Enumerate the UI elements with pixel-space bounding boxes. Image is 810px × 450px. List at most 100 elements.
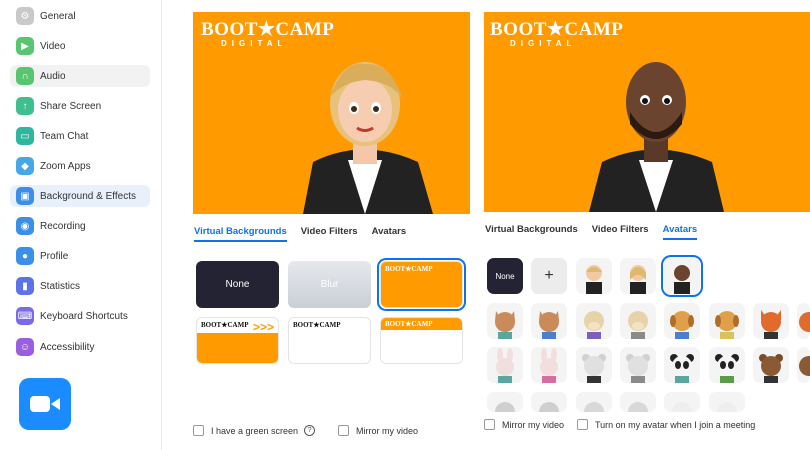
- left-tabs: Virtual Backgrounds Video Filters Avatar…: [194, 226, 420, 242]
- sidebar-item-share-screen[interactable]: ↑ Share Screen: [10, 95, 150, 117]
- avatar-cat[interactable]: [531, 303, 567, 339]
- avatar-option-partial[interactable]: [709, 392, 745, 412]
- dog-icon: [715, 311, 739, 339]
- sidebar-item-background-effects[interactable]: ▣ Background & Effects: [10, 185, 150, 207]
- accessibility-icon: ☺: [16, 338, 34, 356]
- video-preview-right: BOOT★CAMP DIGITAL: [484, 12, 810, 212]
- green-screen-checkbox[interactable]: [193, 425, 204, 436]
- sidebar-item-zoom-apps[interactable]: ◆ Zoom Apps: [10, 155, 150, 177]
- avatar-bear[interactable]: [576, 347, 612, 383]
- sidebar-item-label: Background & Effects: [40, 190, 136, 202]
- avatar-cow[interactable]: [620, 303, 656, 339]
- zoom-camera-icon: [30, 396, 60, 412]
- avatar-on-join-checkbox[interactable]: [577, 419, 588, 430]
- avatar-dog[interactable]: [664, 303, 700, 339]
- sidebar-item-recording[interactable]: ◉ Recording: [10, 215, 150, 237]
- tab-video-filters[interactable]: Video Filters: [301, 226, 358, 242]
- video-preview-left: BOOT★CAMP DIGITAL: [193, 12, 470, 214]
- tab-avatars[interactable]: Avatars: [372, 226, 407, 242]
- sidebar-item-label: General: [40, 10, 76, 22]
- avatar-none[interactable]: None: [487, 258, 523, 294]
- avatar-man-icon: [674, 265, 690, 294]
- tab-virtual-backgrounds[interactable]: Virtual Backgrounds: [194, 226, 287, 242]
- animal-icon: [584, 402, 604, 412]
- background-tile-bootcamp-bar[interactable]: BOOT★CAMP: [380, 317, 463, 364]
- avatar-option-partial[interactable]: [664, 392, 700, 412]
- cat-icon: [495, 311, 515, 339]
- sidebar-item-general[interactable]: ⚙ General: [10, 5, 150, 27]
- avatar-bear[interactable]: [620, 347, 656, 383]
- avatar-rabbit[interactable]: [487, 347, 523, 383]
- avatar-option-selected[interactable]: [661, 255, 703, 297]
- dog-icon: [670, 311, 694, 339]
- share-screen-icon: ↑: [16, 97, 34, 115]
- animal-icon: [672, 402, 692, 412]
- tab-video-filters[interactable]: Video Filters: [592, 224, 649, 240]
- mirror-option-right: Mirror my video: [484, 419, 564, 430]
- panda-icon: [715, 354, 739, 383]
- mirror-checkbox-right[interactable]: [484, 419, 495, 430]
- fox-icon: [761, 310, 781, 339]
- sidebar-item-profile[interactable]: ● Profile: [10, 245, 150, 267]
- sidebar-item-statistics[interactable]: ▮ Statistics: [10, 275, 150, 297]
- avatar-on-join-label: Turn on my avatar when I join a meeting: [595, 419, 756, 430]
- avatar-option-partial[interactable]: [531, 392, 567, 412]
- rabbit-icon: [540, 348, 558, 383]
- tab-virtual-backgrounds[interactable]: Virtual Backgrounds: [485, 224, 578, 240]
- animal-icon: [495, 402, 515, 412]
- green-screen-option: I have a green screen ?: [193, 425, 316, 436]
- avatar-fox[interactable]: [753, 303, 789, 339]
- avatar-brown-bear[interactable]: [753, 347, 789, 383]
- avatar-option-partial[interactable]: [487, 392, 523, 412]
- brown-bear-icon: [759, 354, 783, 383]
- add-avatar-button[interactable]: +: [531, 258, 567, 294]
- tab-avatars[interactable]: Avatars: [662, 224, 698, 240]
- rabbit-icon: [496, 348, 514, 383]
- sidebar-item-label: Statistics: [40, 280, 81, 292]
- avatar-on-join-option: Turn on my avatar when I join a meeting: [577, 419, 755, 430]
- brown-bear-icon: [799, 356, 810, 376]
- background-tile-bootcamp-white[interactable]: BOOT★CAMP: [288, 317, 371, 364]
- gear-icon: ⚙: [16, 7, 34, 25]
- sidebar-item-audio[interactable]: ∩ Audio: [10, 65, 150, 87]
- sidebar-item-accessibility[interactable]: ☺ Accessibility: [10, 336, 150, 358]
- background-icon: ▣: [16, 187, 34, 205]
- mirror-checkbox-left[interactable]: [338, 425, 349, 436]
- avatar-cow[interactable]: [576, 303, 612, 339]
- animal-icon: [539, 402, 559, 412]
- avatar-brown-bear-partial[interactable]: [797, 347, 810, 383]
- avatar-option[interactable]: [576, 258, 612, 294]
- background-tile-none[interactable]: None: [196, 261, 279, 308]
- sidebar-item-video[interactable]: ▶ Video: [10, 35, 150, 57]
- avatar-option-partial[interactable]: [620, 392, 656, 412]
- avatar-option-partial[interactable]: [576, 392, 612, 412]
- bear-icon: [626, 354, 650, 383]
- avatar-option[interactable]: [620, 258, 656, 294]
- avatar-man-figure: [589, 62, 724, 212]
- tile-logo: BOOT★CAMP: [385, 320, 433, 328]
- avatar-cat[interactable]: [487, 303, 523, 339]
- statistics-icon: ▮: [16, 277, 34, 295]
- video-icon: ▶: [16, 37, 34, 55]
- background-tile-blur[interactable]: Blur: [288, 261, 371, 308]
- profile-icon: ●: [16, 247, 34, 265]
- cow-icon: [628, 311, 648, 339]
- avatar-panda[interactable]: [664, 347, 700, 383]
- avatar-panda[interactable]: [709, 347, 745, 383]
- cat-icon: [539, 311, 559, 339]
- avatar-fox-partial[interactable]: [797, 303, 810, 339]
- sidebar-item-keyboard-shortcuts[interactable]: ⌨ Keyboard Shortcuts: [10, 305, 150, 327]
- help-icon[interactable]: ?: [304, 425, 316, 436]
- animal-icon: [717, 402, 737, 412]
- avatar-rabbit[interactable]: [531, 347, 567, 383]
- background-tile-bootcamp-stripes[interactable]: BOOT★CAMP >>>: [196, 317, 279, 364]
- tile-chevrons: >>>: [252, 320, 274, 334]
- panda-icon: [670, 354, 694, 383]
- sidebar-item-team-chat[interactable]: ▭ Team Chat: [10, 125, 150, 147]
- background-tile-bootcamp-orange[interactable]: BOOT★CAMP: [377, 258, 466, 311]
- tile-logo: BOOT★CAMP: [385, 265, 433, 273]
- sidebar-item-label: Team Chat: [40, 130, 89, 142]
- keyboard-icon: ⌨: [16, 307, 34, 325]
- avatar-woman-figure: [303, 62, 433, 214]
- avatar-dog[interactable]: [709, 303, 745, 339]
